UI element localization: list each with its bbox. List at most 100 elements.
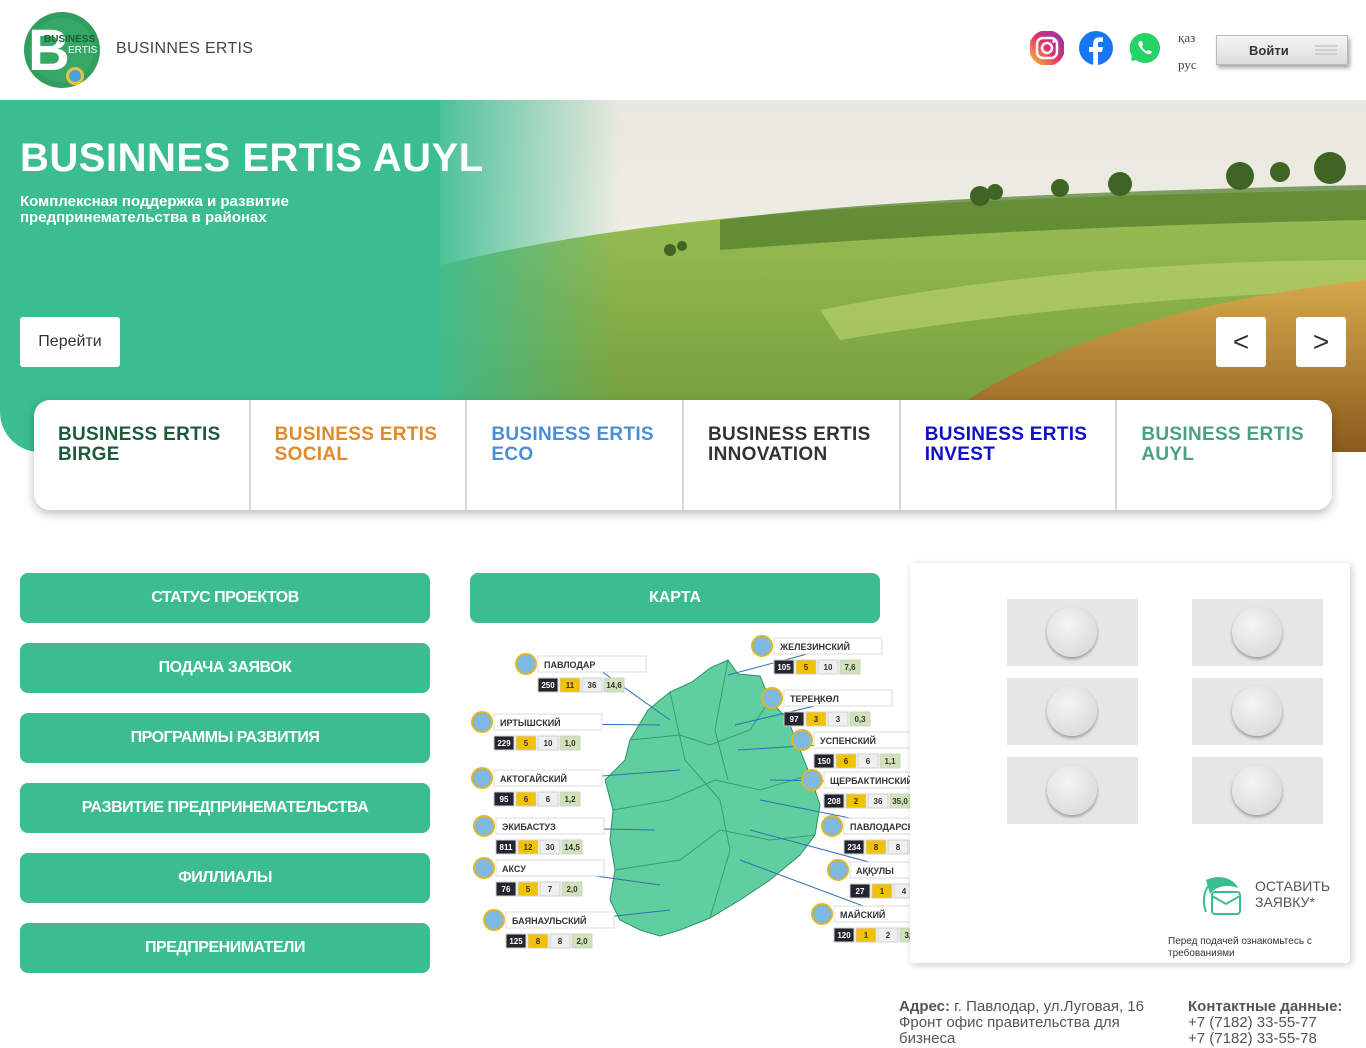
apply-label-line1: ОСТАВИТЬ — [1255, 878, 1331, 894]
region-stat-value: 1,1 — [884, 757, 896, 766]
region-stat-value: 1 — [880, 887, 885, 896]
map-region-label[interactable]: УСПЕНСКИЙ 150 6 6 1,1 — [791, 729, 923, 769]
tab-subtitle: INNOVATION — [708, 444, 828, 465]
region-stat-value: 229 — [497, 739, 511, 748]
region-stat-value: 105 — [777, 663, 791, 672]
entrepreneurship-development-button[interactable]: РАЗВИТИЕ ПРЕДПРИНЕМАТЕЛЬСТВА — [20, 783, 430, 833]
region-emblem-icon — [473, 815, 495, 837]
tab-title: BUSINESS ERTIS — [708, 424, 871, 445]
region-emblem-icon — [751, 635, 773, 657]
region-stat-value: 6 — [524, 795, 529, 804]
prev-slide-button[interactable]: < — [1216, 317, 1266, 367]
submit-applications-button[interactable]: ПОДАЧА ЗАЯВОК — [20, 643, 430, 693]
menu-icon — [1315, 45, 1337, 55]
program-tabs: BUSINESS ERTIS BIRGE BUSINESS ERTIS SOCIAL B… — [34, 400, 1332, 510]
region-name: АКТОГАЙСКИЙ — [500, 773, 567, 784]
apply-label[interactable]: ОСТАВИТЬ ЗАЯВКУ* — [1255, 878, 1330, 910]
region-stat-value: 2,0 — [576, 937, 588, 946]
login-button[interactable]: Войти — [1216, 35, 1348, 65]
gallery-tile[interactable] — [1192, 599, 1323, 666]
logo-text-ertis: ERTIS — [68, 45, 98, 56]
address-block: Адрес: г. Павлодар, ул.Луговая, 16 Фронт… — [899, 999, 1169, 1047]
region-name: БАЯНАУЛЬСКИЙ — [512, 915, 587, 926]
region-stat-value: 2 — [886, 931, 891, 940]
project-status-button[interactable]: СТАТУС ПРОЕКТОВ — [20, 573, 430, 623]
go-button[interactable]: Перейти — [20, 317, 120, 367]
region-stat-value: 5 — [804, 663, 809, 672]
tab-birge[interactable]: BUSINESS ERTIS BIRGE — [34, 400, 251, 510]
region-map[interactable]: ПАВЛОДАР250 11 36 14,6 ИРТЫШСКИЙ229 5 10 1,0 АКТ… — [470, 630, 940, 960]
tab-title: BUSINESS ERTIS — [1141, 424, 1304, 445]
whatsapp-icon[interactable] — [1127, 30, 1163, 66]
region-stat-value: 8 — [536, 937, 541, 946]
page: B BUSINESS ERTIS BUSINNES ERTIS қаз рус … — [0, 0, 1366, 1048]
region-emblem-icon — [791, 729, 813, 751]
region-stat-value: 14,5 — [564, 843, 580, 852]
map-region-label[interactable]: АКТОГАЙСКИЙ 95 6 6 1,2 — [471, 767, 603, 807]
region-stat-value: 95 — [500, 795, 509, 804]
gallery-tile[interactable] — [1192, 757, 1323, 824]
region-emblem-icon — [821, 815, 843, 837]
region-name: ЭКИБАСТУЗ — [502, 822, 556, 832]
phone-1[interactable]: +7 (7182) 33-55-77 — [1188, 1015, 1358, 1031]
region-stat-value: 150 — [817, 757, 831, 766]
map-region-label[interactable]: ПАВЛОДАР 250 11 36 14,6 — [515, 653, 647, 693]
requirements-note[interactable]: Перед подачей ознакомьтесь с требованиям… — [1168, 936, 1348, 960]
region-stat-value: 97 — [790, 715, 799, 724]
gallery-tile[interactable] — [1007, 678, 1138, 745]
logo[interactable]: B BUSINESS ERTIS — [20, 10, 102, 90]
region-stat-value: 11 — [566, 681, 575, 690]
instagram-icon[interactable] — [1029, 30, 1065, 66]
next-slide-button[interactable]: > — [1296, 317, 1346, 367]
region-stat-value: 208 — [827, 797, 841, 806]
map-region-label[interactable]: АКСУ 76 5 7 2,0 — [473, 857, 605, 897]
tab-subtitle: SOCIAL — [274, 444, 349, 465]
region-stat-value: 2 — [854, 797, 859, 806]
region-stat-value: 3 — [836, 715, 841, 724]
region-name: УСПЕНСКИЙ — [820, 735, 876, 746]
region-stat-value: 35,0 — [892, 797, 908, 806]
tab-innovation[interactable]: BUSINESS ERTIS INNOVATION — [684, 400, 901, 510]
login-label: Войти — [1249, 42, 1289, 58]
apply-label-line2: ЗАЯВКУ* — [1255, 894, 1315, 910]
contacts-label: Контактные данные: — [1188, 998, 1343, 1015]
region-emblem-icon — [801, 769, 823, 791]
tab-title: BUSINESS ERTIS — [924, 424, 1088, 445]
map-button[interactable]: КАРТА — [470, 573, 880, 623]
region-stat-value: 125 — [509, 937, 523, 946]
map-region-label[interactable]: ЖЕЛЕЗИНСКИЙ 105 5 10 7,6 — [751, 635, 883, 675]
branches-button[interactable]: ФИЛЛИАЛЫ — [20, 853, 430, 903]
region-name: АҚҚУЛЫ — [856, 866, 894, 876]
tab-auyl[interactable]: BUSINESS ERTIS AUYL — [1117, 400, 1332, 510]
tab-subtitle: BIRGE — [58, 444, 120, 465]
gallery-tile[interactable] — [1007, 599, 1138, 666]
svg-text:B: B — [28, 18, 70, 83]
gallery-tile[interactable] — [1007, 757, 1138, 824]
region-stat-value: 36 — [874, 797, 883, 806]
region-stat-value: 5 — [526, 885, 531, 894]
region-stat-value: 6 — [866, 757, 871, 766]
region-stat-value: 27 — [856, 887, 865, 896]
region-name: ПАВЛОДАР — [544, 660, 595, 670]
region-name: ЖЕЛЕЗИНСКИЙ — [779, 641, 850, 652]
map-region-label[interactable]: БАЯНАУЛЬСКИЙ 125 8 8 2,0 — [483, 909, 615, 949]
region-stat-value: 76 — [502, 885, 511, 894]
region-stat-value: 1,2 — [564, 795, 576, 804]
facebook-icon[interactable] — [1078, 30, 1114, 66]
phone-2[interactable]: +7 (7182) 33-55-78 — [1188, 1031, 1358, 1047]
region-stat-value: 7 — [548, 885, 553, 894]
region-stat-value: 120 — [837, 931, 851, 940]
map-region-label[interactable]: ИРТЫШСКИЙ 229 5 10 1,0 — [471, 711, 603, 751]
lang-kz[interactable]: қаз — [1178, 30, 1195, 46]
entrepreneurs-button[interactable]: ПРЕДПРЕНИМАТЕЛИ — [20, 923, 430, 973]
map-region-label[interactable]: ЭКИБАСТУЗ 811 12 30 14,5 — [473, 815, 605, 855]
tab-social[interactable]: BUSINESS ERTIS SOCIAL — [251, 400, 468, 510]
placeholder-icon — [1232, 765, 1282, 815]
region-stat-value: 1,0 — [564, 739, 576, 748]
region-emblem-icon — [515, 653, 537, 675]
gallery-tile[interactable] — [1192, 678, 1323, 745]
tab-invest[interactable]: BUSINESS ERTIS INVEST — [901, 400, 1118, 510]
tab-eco[interactable]: BUSINESS ERTIS ECO — [467, 400, 685, 510]
lang-ru[interactable]: рус — [1178, 57, 1197, 73]
development-programs-button[interactable]: ПРОГРАММЫ РАЗВИТИЯ — [20, 713, 430, 763]
